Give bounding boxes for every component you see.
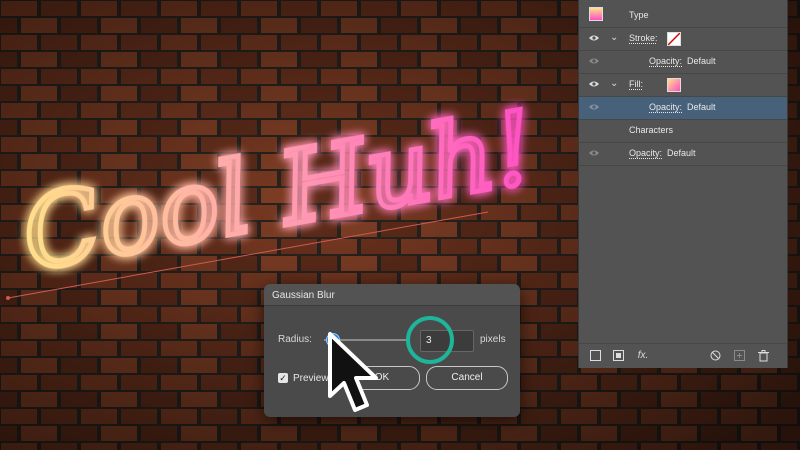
panel-row-stroke-opacity[interactable]: Opacity: Default [579, 51, 787, 74]
stroke-label[interactable]: Stroke: [629, 33, 658, 43]
neon-sign-text: Cool Huh! [14, 89, 543, 294]
stroke-swatch[interactable] [667, 32, 681, 46]
panel-footer: fx. [579, 343, 787, 368]
fill-opacity-label[interactable]: Opacity: [649, 102, 682, 112]
panel-row-fill[interactable]: ⌄ Fill: [579, 74, 787, 97]
opacity-label[interactable]: Opacity: [629, 148, 662, 158]
panel-row-type[interactable]: Type [579, 3, 787, 28]
eye-icon[interactable] [589, 34, 599, 41]
fill-swatch[interactable] [667, 78, 681, 92]
panel-row-characters[interactable]: Characters [579, 120, 787, 143]
highlight-circle [406, 316, 454, 364]
type-label: Type [629, 10, 649, 20]
eye-icon[interactable] [589, 80, 599, 87]
opacity-value: Default [667, 148, 696, 158]
new-stroke-icon[interactable] [589, 350, 601, 362]
fill-label[interactable]: Fill: [629, 79, 643, 89]
chevron-down-icon[interactable]: ⌄ [610, 78, 618, 89]
eye-icon[interactable] [589, 103, 599, 110]
eye-icon[interactable] [589, 57, 599, 64]
new-fill-icon[interactable] [612, 350, 624, 362]
radius-label: Radius: [278, 334, 312, 345]
panel-row-opacity[interactable]: Opacity: Default [579, 143, 787, 166]
panel-row-stroke[interactable]: ⌄ Stroke: [579, 28, 787, 51]
characters-label: Characters [629, 125, 674, 135]
stroke-opacity-value: Default [687, 56, 716, 66]
clear-icon[interactable] [709, 350, 721, 362]
duplicate-icon[interactable] [733, 350, 745, 362]
type-swatch [589, 7, 603, 21]
pixels-unit-label: pixels [480, 334, 506, 345]
appearance-panel: Type ⌄ Stroke: Opacity: Default ⌄ Fill: … [578, 0, 788, 368]
cancel-button[interactable]: Cancel [426, 366, 508, 390]
fx-icon[interactable]: fx. [635, 350, 651, 362]
eye-icon[interactable] [589, 149, 599, 156]
panel-row-fill-opacity[interactable]: Opacity: Default [579, 97, 787, 120]
canvas: Cool Huh! Type ⌄ Stroke: Opacity: Defaul… [0, 0, 800, 450]
chevron-down-icon[interactable]: ⌄ [610, 32, 618, 43]
preview-label[interactable]: Preview [293, 373, 329, 384]
mouse-cursor-icon [328, 332, 378, 412]
fill-opacity-value: Default [687, 102, 716, 112]
dialog-title: Gaussian Blur [272, 290, 335, 301]
trash-icon[interactable] [757, 350, 769, 362]
stroke-opacity-label[interactable]: Opacity: [649, 56, 682, 66]
preview-checkbox[interactable]: ✓ [278, 373, 288, 383]
